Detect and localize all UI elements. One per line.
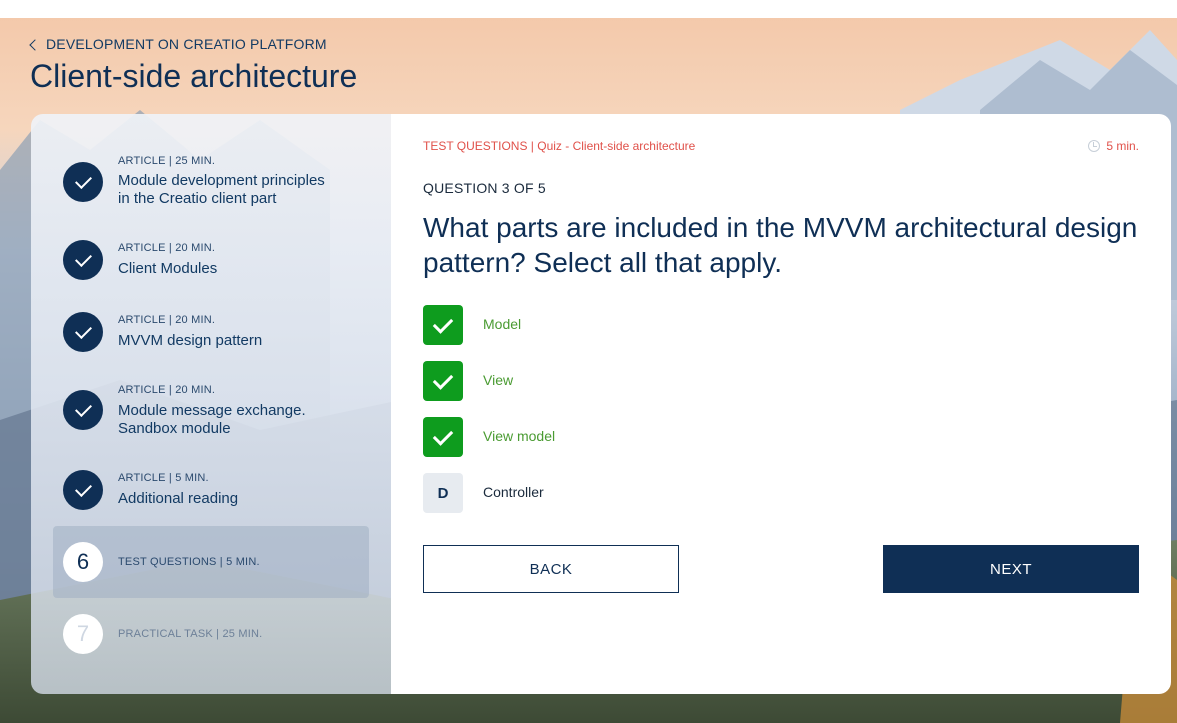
answer-label: Model — [483, 316, 522, 332]
breadcrumb-label: DEVELOPMENT ON CREATIO PLATFORM — [46, 36, 327, 52]
answer-option-controller[interactable]: D Controller — [423, 473, 823, 513]
item-meta: ARTICLE | 20 MIN. — [118, 314, 216, 326]
answer-label: View model — [483, 428, 556, 444]
item-title-line2: Sandbox module — [118, 420, 231, 437]
back-button[interactable]: BACK — [423, 545, 679, 593]
selected-checkbox[interactable] — [423, 417, 463, 457]
selected-checkbox[interactable] — [423, 361, 463, 401]
item-meta: ARTICLE | 20 MIN. — [118, 242, 216, 254]
page-title: Client-side architecture — [30, 58, 358, 94]
item-title: Additional reading — [118, 490, 239, 507]
quiz-section-label: TEST QUESTIONS | Quiz - Client-side arch… — [423, 139, 696, 153]
check-icon — [432, 424, 454, 446]
question-counter: QUESTION 3 OF 5 — [423, 180, 546, 196]
course-card: ARTICLE | 25 MIN. Module development pri… — [31, 114, 1171, 694]
completed-check-icon — [63, 240, 103, 280]
sidebar-item-additional-reading[interactable]: ARTICLE | 5 MIN. Additional reading — [53, 461, 369, 533]
item-meta: PRACTICAL TASK | 25 MIN. — [118, 628, 263, 640]
completed-check-icon — [63, 312, 103, 352]
sidebar-item-module-development[interactable]: ARTICLE | 25 MIN. Module development pri… — [53, 144, 369, 216]
clock-icon — [1088, 140, 1101, 152]
completed-check-icon — [63, 470, 103, 510]
item-title: Module message exchange. Sandbox module — [118, 402, 363, 438]
item-title: MVVM design pattern — [118, 332, 263, 349]
step-number-badge: 6 — [63, 542, 103, 582]
top-bar — [0, 0, 1177, 18]
answer-option-view-model[interactable]: View model — [423, 417, 823, 457]
item-title-line2: in the Creatio client part — [118, 190, 277, 207]
sidebar-item-practical-task[interactable]: 7 PRACTICAL TASK | 25 MIN. — [53, 598, 369, 670]
quiz-panel: TEST QUESTIONS | Quiz - Client-side arch… — [391, 114, 1171, 694]
step-number-badge: 7 — [63, 614, 103, 654]
check-icon — [432, 312, 454, 334]
completed-check-icon — [63, 390, 103, 430]
breadcrumb-back-link[interactable]: DEVELOPMENT ON CREATIO PLATFORM — [29, 36, 327, 52]
item-meta: ARTICLE | 5 MIN. — [118, 472, 209, 484]
option-letter-badge[interactable]: D — [423, 473, 463, 513]
item-meta: ARTICLE | 25 MIN. — [118, 155, 216, 167]
duration-text: 5 min. — [1106, 139, 1139, 153]
question-text: What parts are included in the MVVM arch… — [423, 212, 1138, 278]
sidebar-item-test-questions[interactable]: 6 TEST QUESTIONS | 5 MIN. — [53, 526, 369, 598]
item-title: Module development principles in the Cre… — [118, 172, 363, 208]
answer-label: View — [483, 372, 514, 388]
item-title: Client Modules — [118, 260, 218, 277]
duration-indicator: 5 min. — [1088, 139, 1139, 153]
sidebar-item-client-modules[interactable]: ARTICLE | 20 MIN. Client Modules — [53, 231, 369, 303]
item-title-line1: Module development principles — [118, 172, 325, 189]
next-button[interactable]: NEXT — [883, 545, 1139, 593]
completed-check-icon — [63, 162, 103, 202]
item-title-line1: Module message exchange. — [118, 402, 306, 419]
selected-checkbox[interactable] — [423, 305, 463, 345]
sidebar-item-mvvm-pattern[interactable]: ARTICLE | 20 MIN. MVVM design pattern — [53, 303, 369, 375]
item-meta: TEST QUESTIONS | 5 MIN. — [118, 556, 260, 568]
answer-label: Controller — [483, 484, 544, 500]
chevron-left-icon — [29, 38, 41, 51]
answer-option-model[interactable]: Model — [423, 305, 823, 345]
item-meta: ARTICLE | 20 MIN. — [118, 384, 216, 396]
answer-option-view[interactable]: View — [423, 361, 823, 401]
lesson-sidebar: ARTICLE | 25 MIN. Module development pri… — [31, 114, 391, 694]
sidebar-item-module-message-exchange[interactable]: ARTICLE | 20 MIN. Module message exchang… — [53, 373, 369, 445]
check-icon — [432, 368, 454, 390]
